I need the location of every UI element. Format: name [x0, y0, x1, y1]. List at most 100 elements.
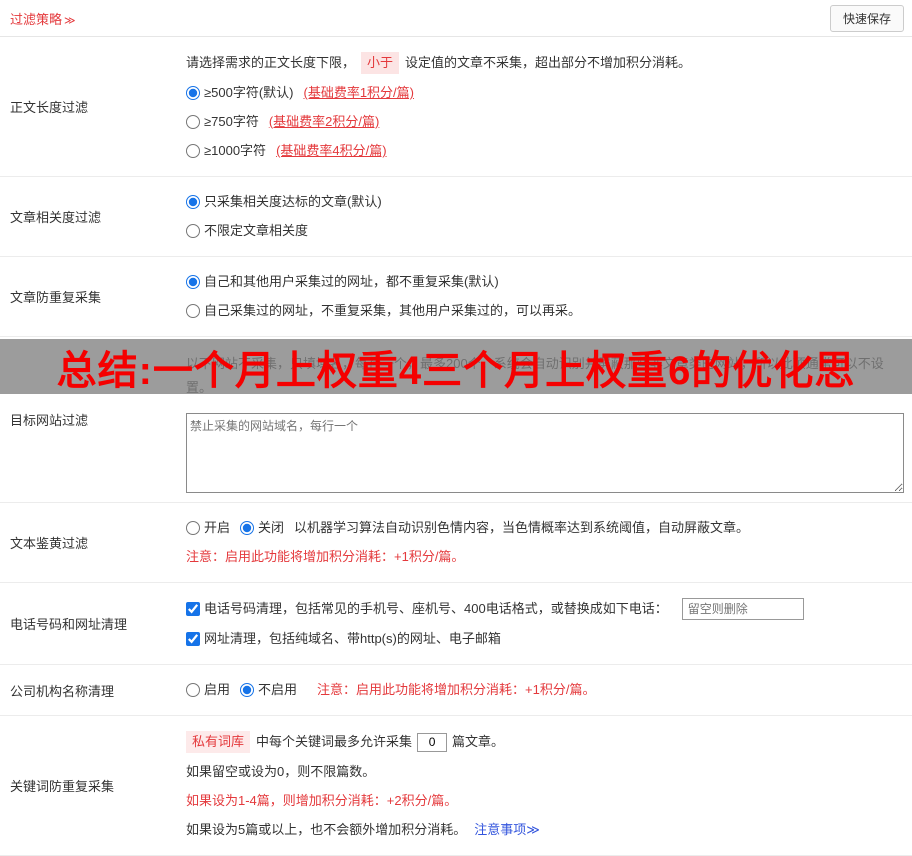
intro-before: 请选择需求的正文长度下限， — [186, 55, 356, 70]
row-content-phone-url-clean: 电话号码清理，包括常见的手机号、座机号、400电话格式，或替换成如下电话： 网址… — [178, 583, 912, 664]
row-content-length-filter: 请选择需求的正文长度下限， 小于 设定值的文章不采集，超出部分不增加积分消耗。 … — [178, 37, 912, 176]
row-length-filter: 正文长度过滤 请选择需求的正文长度下限， 小于 设定值的文章不采集，超出部分不增… — [0, 37, 912, 177]
company-on-text: 启用 — [204, 682, 231, 697]
company-off-text: 不启用 — [258, 682, 298, 697]
url-clean-text: 网址清理，包括纯域名、带http(s)的网址、电子邮箱 — [204, 631, 501, 646]
row-label-length-filter: 正文长度过滤 — [10, 100, 89, 115]
relevance-any-radio-label[interactable]: 不限定文章相关度 — [186, 221, 308, 241]
length-500-radio[interactable] — [186, 86, 200, 100]
row-label-keyword-dedup: 关键词防重复采集 — [10, 779, 115, 794]
phone-clean-line: 电话号码清理，包括常见的手机号、座机号、400电话格式，或替换成如下电话： — [186, 598, 904, 620]
keyword-note-zero: 如果留空或设为0，则不限篇数。 — [186, 764, 376, 779]
relevance-option-any: 不限定文章相关度 — [186, 221, 904, 241]
length-option-500: ≥500字符(默认) (基础费率1积分/篇) — [186, 83, 904, 103]
dedup-self-radio[interactable] — [186, 304, 200, 318]
page-title[interactable]: 过滤策略 ≫ — [10, 9, 76, 28]
keyword-limit-input[interactable] — [417, 732, 448, 752]
row-dedup-filter: 文章防重复采集 自己和其他用户采集过的网址，都不重复采集(默认) 自己采集过的网… — [0, 257, 912, 337]
intro-highlight: 小于 — [361, 52, 400, 74]
dedup-global-text: 自己和其他用户采集过的网址，都不重复采集(默认) — [204, 274, 499, 289]
relevance-any-text: 不限定文章相关度 — [204, 223, 309, 238]
row-content-keyword-dedup: 私有词库 中每个关键词最多允许采集 篇文章。 如果留空或设为0，则不限篇数。 如… — [178, 716, 912, 855]
row-label-relevance-filter: 文章相关度过滤 — [10, 210, 102, 225]
row-label-porn-filter: 文本鉴黄过滤 — [10, 536, 89, 551]
company-on-radio[interactable] — [186, 683, 200, 697]
porn-filter-options: 开启 关闭 以机器学习算法自动识别色情内容，当色情概率达到系统阈值，自动屏蔽文章… — [186, 518, 904, 538]
porn-off-radio[interactable] — [240, 521, 255, 535]
url-clean-line: 网址清理，包括纯域名、带http(s)的网址、电子邮箱 — [186, 629, 904, 649]
row-porn-filter: 文本鉴黄过滤 开启 关闭 以机器学习算法自动识别色情内容，当色情概率达到系统阈值… — [0, 503, 912, 583]
private-lexicon-tag[interactable]: 私有词库 — [186, 731, 251, 753]
length-500-text: ≥500字符(默认) — [204, 85, 294, 100]
length-750-radio[interactable] — [186, 115, 200, 129]
length-option-500-radio-label[interactable]: ≥500字符(默认) — [186, 83, 293, 103]
url-clean-checkbox-label[interactable]: 网址清理，包括纯域名、带http(s)的网址、电子邮箱 — [186, 629, 501, 649]
relevance-strict-text: 只采集相关度达标的文章(默认) — [204, 194, 382, 209]
relevance-strict-radio[interactable] — [186, 195, 200, 209]
length-option-750-radio-label[interactable]: ≥750字符 — [186, 112, 259, 132]
relevance-option-strict: 只采集相关度达标的文章(默认) — [186, 192, 904, 212]
company-off-radio[interactable] — [240, 683, 255, 697]
relevance-strict-radio-label[interactable]: 只采集相关度达标的文章(默认) — [186, 192, 382, 212]
length-1000-radio[interactable] — [186, 144, 200, 158]
keyword-limit-line: 私有词库 中每个关键词最多允许采集 篇文章。 — [186, 731, 904, 753]
keyword-note-5plus-line: 如果设为5篇或以上，也不会额外增加积分消耗。 注意事项≫ — [186, 820, 904, 840]
length-750-fee-note: (基础费率2积分/篇) — [268, 114, 380, 129]
length-option-1000-radio-label[interactable]: ≥1000字符 — [186, 141, 266, 161]
porn-on-radio-label[interactable]: 开启 — [186, 518, 230, 538]
porn-filter-desc: 以机器学习算法自动识别色情内容，当色情概率达到系统阈值，自动屏蔽文章。 — [294, 520, 750, 535]
row-content-company-clean: 启用 不启用 注意：启用此功能将增加积分消耗：+1积分/篇。 — [178, 665, 912, 715]
porn-off-text: 关闭 — [258, 520, 285, 535]
company-clean-options: 启用 不启用 注意：启用此功能将增加积分消耗：+1积分/篇。 — [186, 680, 904, 700]
company-off-radio-label[interactable]: 不启用 — [240, 680, 297, 700]
row-relevance-filter: 文章相关度过滤 只采集相关度达标的文章(默认) 不限定文章相关度 — [0, 177, 912, 257]
porn-filter-note: 注意：启用此功能将增加积分消耗：+1积分/篇。 — [186, 549, 465, 564]
row-label-dedup-filter: 文章防重复采集 — [10, 290, 102, 305]
watermark-text: 总结:一个月上权重4三个月上权重6的优化思 — [56, 348, 856, 393]
row-company-clean: 公司机构名称清理 启用 不启用 注意：启用此功能将增加积分消耗：+1积分/篇。 — [0, 665, 912, 716]
porn-on-radio[interactable] — [186, 521, 200, 535]
length-750-text: ≥750字符 — [204, 114, 259, 129]
length-1000-fee-note: (基础费率4积分/篇) — [276, 143, 387, 158]
page-title-text: 过滤策略 — [10, 11, 63, 27]
watermark-banner: 总结:一个月上权重4三个月上权重6的优化思 — [0, 339, 912, 394]
dedup-global-radio[interactable] — [186, 275, 200, 289]
row-phone-url-clean: 电话号码和网址清理 电话号码清理，包括常见的手机号、座机号、400电话格式，或替… — [0, 583, 912, 665]
length-500-fee-note: (基础费率1积分/篇) — [303, 85, 414, 100]
quick-save-button[interactable]: 快速保存 — [829, 4, 904, 32]
phone-clean-checkbox[interactable] — [186, 602, 200, 616]
length-filter-intro: 请选择需求的正文长度下限， 小于 设定值的文章不采集，超出部分不增加积分消耗。 — [186, 52, 904, 74]
porn-on-text: 开启 — [204, 520, 231, 535]
row-keyword-dedup: 关键词防重复采集 私有词库 中每个关键词最多允许采集 篇文章。 如果留空或设为0… — [0, 716, 912, 856]
keyword-note-5plus: 如果设为5篇或以上，也不会额外增加积分消耗。 — [186, 822, 467, 837]
length-option-750: ≥750字符 (基础费率2积分/篇) — [186, 112, 904, 132]
dedup-global-radio-label[interactable]: 自己和其他用户采集过的网址，都不重复采集(默认) — [186, 272, 499, 292]
phone-clean-text: 电话号码清理，包括常见的手机号、座机号、400电话格式，或替换成如下电话： — [204, 601, 668, 616]
dedup-self-text: 自己采集过的网址，不重复采集，其他用户采集过的，可以再采。 — [204, 303, 582, 318]
notice-link[interactable]: 注意事项≫ — [474, 820, 540, 840]
chevron-down-icon: ≫ — [64, 14, 76, 27]
length-1000-text: ≥1000字符 — [204, 143, 267, 158]
row-label-company-clean: 公司机构名称清理 — [10, 683, 115, 699]
intro-after: 设定值的文章不采集，超出部分不增加积分消耗。 — [405, 55, 692, 70]
company-clean-note: 注意：启用此功能将增加积分消耗：+1积分/篇。 — [317, 682, 596, 697]
length-option-1000: ≥1000字符 (基础费率4积分/篇) — [186, 141, 904, 161]
replacement-phone-input[interactable] — [681, 598, 804, 620]
topbar: 过滤策略 ≫ 快速保存 — [0, 0, 912, 37]
row-content-dedup-filter: 自己和其他用户采集过的网址，都不重复采集(默认) 自己采集过的网址，不重复采集，… — [178, 257, 912, 336]
porn-off-radio-label[interactable]: 关闭 — [240, 518, 284, 538]
relevance-any-radio[interactable] — [186, 224, 200, 238]
keyword-limit-end: 篇文章。 — [452, 734, 505, 749]
phone-clean-checkbox-label[interactable]: 电话号码清理，包括常见的手机号、座机号、400电话格式，或替换成如下电话： — [186, 599, 668, 619]
dedup-option-global: 自己和其他用户采集过的网址，都不重复采集(默认) — [186, 272, 904, 292]
row-content-porn-filter: 开启 关闭 以机器学习算法自动识别色情内容，当色情概率达到系统阈值，自动屏蔽文章… — [178, 503, 912, 582]
keyword-note-1to4: 如果设为1-4篇，则增加积分消耗：+2积分/篇。 — [186, 793, 458, 808]
keyword-limit-mid: 中每个关键词最多允许采集 — [256, 734, 413, 749]
blocked-domains-textarea[interactable] — [186, 413, 904, 493]
dedup-option-self: 自己采集过的网址，不重复采集，其他用户采集过的，可以再采。 — [186, 301, 904, 321]
url-clean-checkbox[interactable] — [186, 632, 200, 646]
row-label-phone-url-clean: 电话号码和网址清理 — [10, 617, 128, 632]
company-on-radio-label[interactable]: 启用 — [186, 680, 230, 700]
dedup-self-radio-label[interactable]: 自己采集过的网址，不重复采集，其他用户采集过的，可以再采。 — [186, 301, 581, 321]
row-content-relevance-filter: 只采集相关度达标的文章(默认) 不限定文章相关度 — [178, 177, 912, 256]
